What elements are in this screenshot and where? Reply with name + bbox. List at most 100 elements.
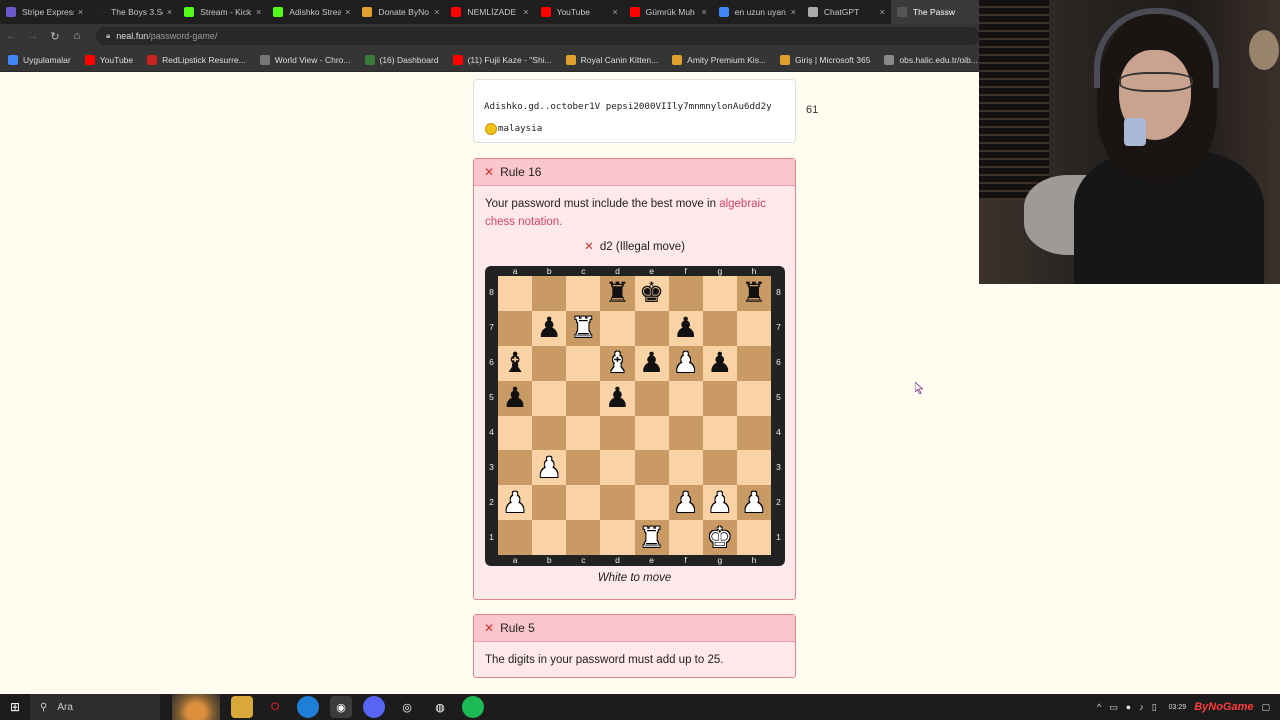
bookmark-item[interactable]: Uygulamalar: [8, 54, 71, 65]
square-f4[interactable]: [668, 415, 703, 451]
edge-icon[interactable]: [297, 696, 319, 718]
black-pawn-icon[interactable]: ♟: [673, 314, 698, 342]
black-pawn-icon[interactable]: ♟: [639, 349, 664, 377]
square-c7[interactable]: ♜: [566, 310, 601, 346]
square-e3[interactable]: [634, 450, 669, 486]
tab-close-icon[interactable]: ×: [256, 7, 261, 17]
bookmark-item[interactable]: (16) Dashboard: [364, 54, 439, 65]
square-f6[interactable]: ♟: [668, 345, 703, 381]
spotify-icon[interactable]: [462, 696, 484, 718]
white-pawn-icon[interactable]: ♟: [537, 453, 562, 482]
taskbar-search[interactable]: ⚲ Ara: [30, 694, 160, 720]
square-b8[interactable]: [532, 276, 567, 311]
square-g2[interactable]: ♟: [702, 485, 737, 521]
square-b6[interactable]: [532, 345, 567, 381]
tab-close-icon[interactable]: ×: [880, 7, 885, 17]
square-d1[interactable]: [600, 520, 635, 555]
square-h2[interactable]: ♟: [736, 485, 771, 521]
bookmark-item[interactable]: World View - Chro...: [259, 54, 351, 65]
browser-tab[interactable]: The Passw: [890, 0, 981, 24]
square-f3[interactable]: [668, 450, 703, 486]
browser-tab[interactable]: YouTube ×: [535, 0, 624, 24]
square-f2[interactable]: ♟: [668, 485, 703, 521]
square-e8[interactable]: ♚: [634, 276, 669, 311]
square-h6[interactable]: [736, 345, 771, 381]
square-a1[interactable]: [498, 520, 533, 555]
back-icon[interactable]: ←: [0, 30, 22, 42]
bookmark-item[interactable]: Giriş | Microsoft 365: [780, 54, 870, 65]
square-d2[interactable]: [600, 485, 635, 521]
square-b5[interactable]: [532, 380, 567, 416]
reload-icon[interactable]: ↻: [44, 30, 66, 43]
square-d4[interactable]: [600, 415, 635, 451]
square-h3[interactable]: [736, 450, 771, 486]
square-h5[interactable]: [736, 380, 771, 416]
white-pawn-icon[interactable]: ♟: [673, 488, 698, 517]
square-h4[interactable]: [736, 415, 771, 451]
bookmark-item[interactable]: Royal Canin Kitten...: [565, 54, 658, 65]
square-a4[interactable]: [498, 415, 533, 451]
white-bishop-icon[interactable]: ♝: [605, 349, 630, 377]
square-c2[interactable]: [566, 485, 601, 521]
square-b1[interactable]: [532, 520, 567, 555]
bookmark-item[interactable]: (11) Fujii Kaze - "Shi...: [452, 54, 552, 65]
square-f7[interactable]: ♟: [668, 310, 703, 346]
tab-close-icon[interactable]: ×: [345, 7, 350, 17]
square-f5[interactable]: [668, 380, 703, 416]
notification-icon[interactable]: ▢: [1261, 702, 1270, 713]
home-icon[interactable]: ⌂: [66, 30, 88, 42]
browser-tab[interactable]: en uzun uyan ×: [713, 0, 802, 24]
tab-close-icon[interactable]: ×: [612, 7, 617, 17]
square-g4[interactable]: [702, 415, 737, 451]
taskbar-widget-thumbnail[interactable]: [172, 694, 220, 720]
square-c8[interactable]: [566, 276, 601, 311]
obs-icon[interactable]: ◎: [396, 696, 418, 718]
bookmark-item[interactable]: Amity Premium Kis...: [672, 54, 766, 65]
square-a3[interactable]: [498, 450, 533, 486]
square-a5[interactable]: ♟: [498, 380, 533, 416]
square-a7[interactable]: [498, 310, 533, 346]
bookmark-item[interactable]: YouTube: [84, 54, 133, 65]
black-bishop-icon[interactable]: ♝: [503, 349, 528, 377]
browser-tab[interactable]: Adishko Strea ×: [267, 0, 356, 24]
white-pawn-icon[interactable]: ♟: [741, 488, 766, 517]
url-input[interactable]: 🔒︎ neal.fun/password-game/: [96, 27, 980, 45]
white-pawn-icon[interactable]: ♟: [673, 349, 698, 377]
battery-icon[interactable]: ▯: [1152, 702, 1157, 713]
square-e1[interactable]: ♜: [634, 520, 669, 555]
square-e4[interactable]: [634, 415, 669, 451]
square-d7[interactable]: [600, 310, 635, 346]
square-c5[interactable]: [566, 380, 601, 416]
white-rook-icon[interactable]: ♜: [571, 314, 596, 342]
white-rook-icon[interactable]: ♜: [639, 523, 664, 552]
square-f1[interactable]: [668, 520, 703, 555]
browser-tab[interactable]: Stream - Kick ×: [178, 0, 267, 24]
square-e5[interactable]: [634, 380, 669, 416]
tab-close-icon[interactable]: ×: [434, 7, 439, 17]
white-pawn-icon[interactable]: ♟: [707, 488, 732, 517]
bookmark-item[interactable]: obs.halic.edu.tr/oib...: [884, 54, 978, 65]
square-a6[interactable]: ♝: [498, 345, 533, 381]
square-b2[interactable]: [532, 485, 567, 521]
square-b4[interactable]: [532, 415, 567, 451]
square-d5[interactable]: ♟: [600, 380, 635, 416]
square-d8[interactable]: ♜: [600, 276, 635, 311]
square-g3[interactable]: [702, 450, 737, 486]
browser-tab[interactable]: Stripe Express ×: [0, 0, 89, 24]
tab-close-icon[interactable]: ×: [523, 7, 528, 17]
discord-icon[interactable]: [363, 696, 385, 718]
chevron-up-icon[interactable]: ^: [1097, 702, 1101, 712]
black-pawn-icon[interactable]: ♟: [537, 314, 562, 342]
square-g7[interactable]: [702, 310, 737, 346]
square-b3[interactable]: ♟: [532, 450, 567, 486]
square-d6[interactable]: ♝: [600, 345, 635, 381]
browser-tab[interactable]: ChatGPT ×: [802, 0, 891, 24]
square-g6[interactable]: ♟: [702, 345, 737, 381]
square-e2[interactable]: [634, 485, 669, 521]
square-a8[interactable]: [498, 276, 533, 311]
windows-start-icon[interactable]: ⊞: [0, 700, 30, 714]
square-h8[interactable]: ♜: [736, 276, 771, 311]
square-h7[interactable]: [736, 310, 771, 346]
white-pawn-icon[interactable]: ♟: [503, 488, 528, 517]
square-f8[interactable]: [668, 276, 703, 311]
